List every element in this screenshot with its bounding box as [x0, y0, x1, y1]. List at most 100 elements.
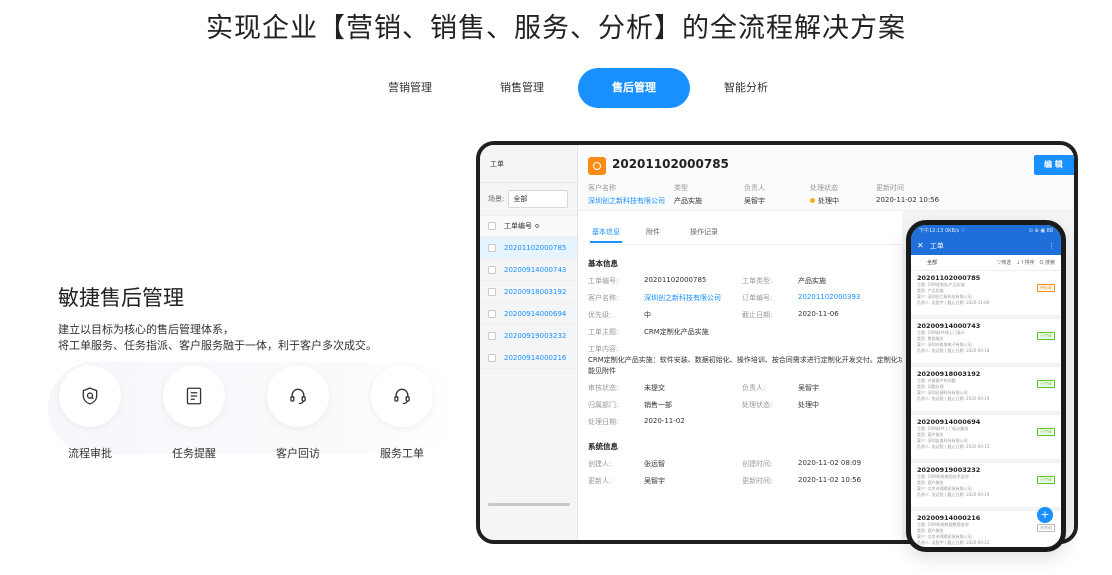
meta-value: 2020-11-02 10:56	[876, 196, 940, 204]
system-info-heading: 系统信息	[588, 442, 618, 451]
ticket-line: 负责人: 吴智宇 | 截止日期: 2020-11-06	[917, 300, 990, 305]
field-label: 订单编号:	[742, 294, 773, 302]
status-badge: 未完成	[1037, 524, 1055, 532]
sort-button[interactable]: ↓↑排序	[1016, 259, 1034, 266]
field-label: 工单编号:	[588, 277, 619, 285]
list-item[interactable]: 20200918003192	[480, 281, 577, 303]
checkbox[interactable]	[488, 353, 496, 362]
field-value: 20201102000785	[644, 276, 707, 284]
status-badge: 已完成	[1037, 428, 1055, 436]
field-row: 工单编号: 20201102000785 工单类型: 产品实施	[588, 276, 826, 286]
tab-marketing[interactable]: 营销管理	[378, 68, 442, 108]
field-row: 客户名称: 深圳创之新科技有限公司 订单编号: 20201102000393	[588, 293, 860, 303]
feature-service-ticket[interactable]: 服务工单	[369, 365, 435, 461]
feature-reminder[interactable]: 任务提醒	[161, 365, 227, 461]
field-label: 审核状态:	[588, 384, 619, 392]
customer-link[interactable]: 深圳创之新科技有限公司	[644, 293, 742, 303]
tab-attachments[interactable]: 附件	[646, 227, 660, 237]
field-label: 处理日期:	[588, 418, 619, 426]
ticket-list-panel: 工单 场景: 全部 工单编号 ≎ 20201102000785 20200914…	[480, 145, 578, 540]
feature-approval[interactable]: 流程审批	[57, 365, 123, 461]
document-icon	[163, 365, 225, 427]
checkbox[interactable]	[488, 331, 496, 340]
meta-key: 更新时间	[876, 184, 904, 192]
ticket-number: 20200918003192	[504, 287, 567, 296]
checkbox[interactable]	[488, 222, 496, 230]
filter-button[interactable]: ▽筛选	[997, 259, 1011, 266]
list-item[interactable]: 20200918003192 主题: 对接客户的问题 类型: 问题处理 客户: 深圳迅…	[911, 367, 1061, 415]
field-value: 处理中	[798, 401, 819, 409]
field-value: 2020-11-06	[798, 310, 839, 318]
status-right: ⊙ ⊕ ▣ 88	[1028, 228, 1053, 234]
field-label: 工单内容:	[588, 345, 619, 353]
ticket-line: 负责人: 张远智 | 截止日期: 2020-09-15	[917, 444, 990, 449]
checkbox[interactable]	[488, 265, 496, 274]
list-item[interactable]: 20200914000743 主题: CRM软件线上门演示 类型: 售前服务 客户: …	[911, 319, 1061, 367]
filter-label: 场景:	[488, 195, 505, 203]
search-button[interactable]: Q 搜索	[1039, 259, 1055, 266]
field-label: 工单主题:	[588, 328, 619, 336]
close-icon[interactable]: ✕	[917, 237, 924, 255]
desc-line-1: 建立以目标为核心的售后管理体系，	[58, 323, 234, 336]
phone-status-bar: 下午12:13 0KB/s ♡ ⊙ ⊕ ▣ 88	[911, 225, 1061, 237]
more-icon[interactable]: ⋮	[1048, 237, 1055, 255]
status-text: 处理中	[818, 197, 839, 205]
ticket-number: 20201102000785	[504, 243, 567, 252]
ticket-number: 20200914000743	[917, 322, 981, 330]
field-row: 优先级: 中 截止日期: 2020-11-06	[588, 310, 839, 320]
checkbox[interactable]	[488, 287, 496, 296]
ticket-number: 20201102000785	[917, 274, 981, 282]
scene-select[interactable]: 全部	[508, 190, 569, 208]
tab-sales[interactable]: 销售管理	[490, 68, 554, 108]
field-row: 更新人: 吴智宇 更新时间: 2020-11-02 10:56	[588, 476, 861, 486]
ticket-line: 负责人: 吴智宇 | 截止日期: 2020-09-22	[917, 540, 990, 545]
phone-mockup: 下午12:13 0KB/s ♡ ⊙ ⊕ ▣ 88 ✕ 工单 ⋮ 全部 ▽筛选 ↓…	[906, 220, 1066, 552]
list-item[interactable]: 20200914000694 主题: CRM软件上门培训服务 类型: 客户服务 客户:…	[911, 415, 1061, 463]
list-item[interactable]: 20200914000216	[480, 347, 577, 369]
tab-analytics[interactable]: 智能分析	[714, 68, 778, 108]
ticket-number: 20200914000694	[504, 309, 567, 318]
meta-value[interactable]: 深圳创之新科技有限公司	[588, 196, 665, 206]
list-item[interactable]: 20200914000694	[480, 303, 577, 325]
ticket-number: 20200918003192	[917, 370, 981, 378]
meta-updated: 更新时间 2020-11-02 10:56	[876, 183, 939, 204]
list-item[interactable]: 20201102000785	[480, 237, 577, 259]
field-value: 中	[644, 311, 651, 319]
field-label: 创建时间:	[742, 460, 773, 468]
ticket-number: 20200914000694	[917, 418, 981, 426]
field-value: 吴智宇	[644, 477, 665, 485]
status-badge: 已完成	[1037, 380, 1055, 388]
list-item[interactable]: 20200919003232 主题: CRM系统使用技术咨询 类型: 客户服务 客户:…	[911, 463, 1061, 511]
ticket-line: 负责人: 张远智 | 截止日期: 2020-09-18	[917, 348, 990, 353]
status-left: 下午12:13 0KB/s ♡	[919, 228, 966, 234]
add-ticket-button[interactable]: +	[1037, 507, 1053, 523]
checkbox[interactable]	[488, 309, 496, 318]
checkbox[interactable]	[488, 243, 496, 252]
list-item[interactable]: 20200914000743	[480, 259, 577, 281]
feature-revisit[interactable]: 客户回访	[265, 365, 331, 461]
ticket-line: 负责人: 张远智 | 截止日期: 2020-09-19	[917, 492, 990, 497]
horizontal-scrollbar[interactable]	[488, 503, 570, 506]
field-value: 2020-11-02	[644, 417, 685, 425]
field-row: 创建人: 张远智 创建时间: 2020-11-02 08:09	[588, 459, 861, 469]
basic-info-heading: 基本信息	[588, 259, 618, 268]
list-column-header[interactable]: 工单编号 ≎	[480, 215, 577, 237]
field-value: 张远智	[644, 460, 665, 468]
field-label: 归属部门:	[588, 401, 619, 409]
meta-key: 负责人	[744, 184, 765, 192]
list-item[interactable]: 20201102000785 主题: CRM定制化产品实施 类型: 产品实施 客户: …	[911, 271, 1061, 319]
field-label: 处理状态:	[742, 401, 773, 409]
edit-button[interactable]: 编 辑	[1034, 155, 1074, 175]
feature-label: 客户回访	[276, 447, 320, 460]
section-title: 敏捷售后管理	[58, 286, 184, 310]
tab-aftersales[interactable]: 售后管理	[578, 68, 690, 108]
field-label: 客户名称:	[588, 294, 619, 302]
field-label: 更新人:	[588, 477, 612, 485]
order-link[interactable]: 20201102000393	[798, 293, 860, 303]
filter-all-dropdown[interactable]: 全部	[927, 259, 937, 266]
tab-operation-log[interactable]: 操作记录	[690, 227, 718, 237]
section-description: 建立以目标为核心的售后管理体系， 将工单服务、任务指派、客户服务融于一体，利于客…	[58, 322, 458, 354]
tab-basic-info[interactable]: 基本信息	[590, 227, 622, 243]
phone-filter-bar: 全部 ▽筛选 ↓↑排序 Q 搜索	[911, 255, 1061, 271]
list-item[interactable]: 20200919003232	[480, 325, 577, 347]
